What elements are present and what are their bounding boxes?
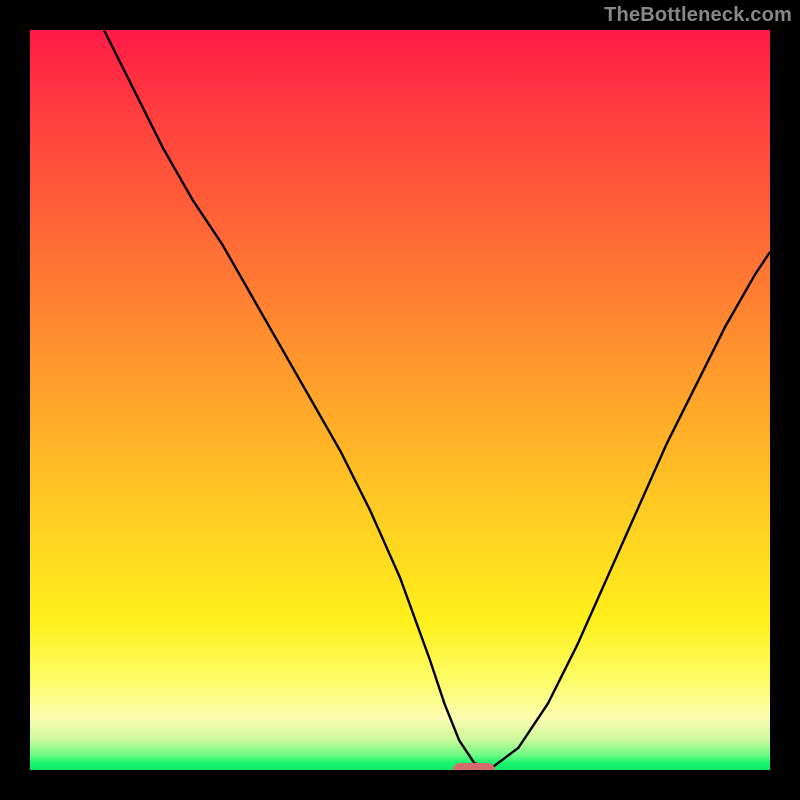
chart-frame: TheBottleneck.com — [0, 0, 800, 800]
optimal-marker — [453, 763, 495, 770]
plot-area — [30, 30, 770, 770]
bottleneck-curve — [104, 30, 770, 770]
curve-svg — [30, 30, 770, 770]
watermark-text: TheBottleneck.com — [604, 4, 792, 27]
